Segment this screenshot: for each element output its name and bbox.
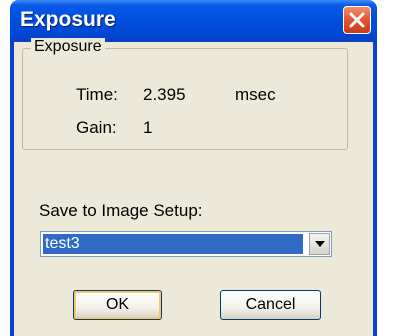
gain-value: 1 <box>143 118 153 137</box>
close-button[interactable] <box>343 6 371 34</box>
image-setup-dropdown[interactable]: test3 <box>40 231 332 257</box>
window-title: Exposure <box>20 8 116 31</box>
dropdown-selected-value: test3 <box>42 233 304 255</box>
title-bar[interactable]: Exposure <box>10 0 377 42</box>
ok-button[interactable]: OK <box>73 290 162 320</box>
time-value: 2.395 <box>143 85 186 104</box>
groupbox-legend: Exposure <box>31 38 105 56</box>
dropdown-arrow-button[interactable] <box>309 233 330 255</box>
time-unit: msec <box>235 85 276 104</box>
chevron-down-icon <box>315 241 325 247</box>
cancel-button[interactable]: Cancel <box>220 290 321 320</box>
close-icon <box>349 12 365 28</box>
gain-label: Gain: <box>76 118 117 137</box>
time-label: Time: <box>76 85 118 104</box>
save-to-image-setup-label: Save to Image Setup: <box>39 201 203 220</box>
